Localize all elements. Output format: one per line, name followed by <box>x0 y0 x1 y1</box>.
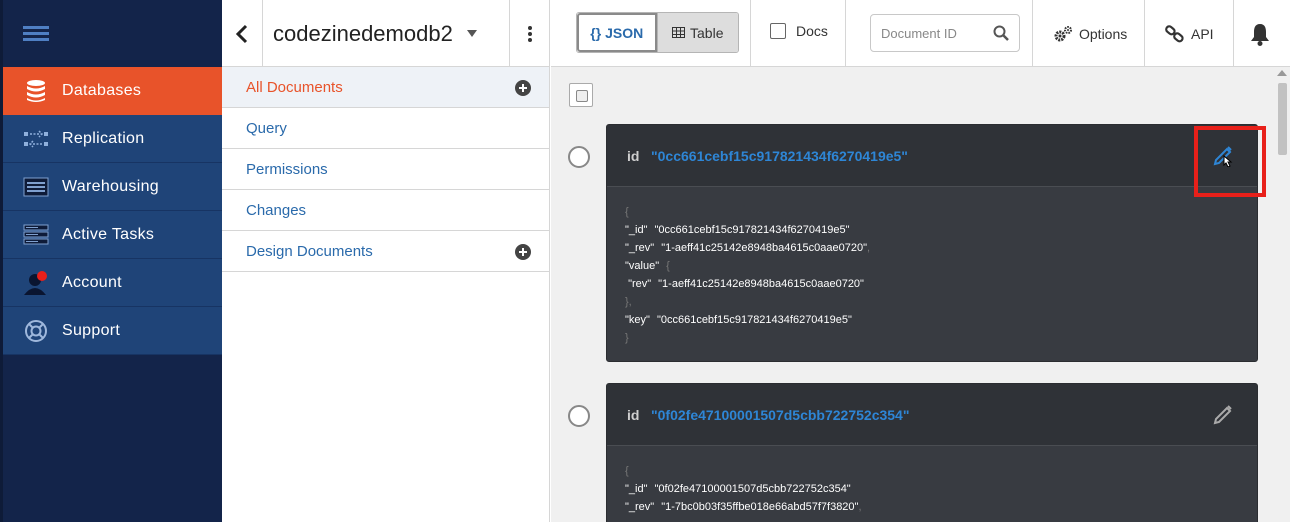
database-menu: All Documents Query Permissions Changes … <box>222 67 549 272</box>
docs-checkbox[interactable] <box>770 23 786 39</box>
support-icon <box>25 320 47 342</box>
add-icon[interactable] <box>515 80 531 96</box>
view-toggle: {} JSON Table <box>576 12 739 53</box>
database-header: codezinedemodb2 <box>222 0 549 67</box>
document-select-radio[interactable] <box>568 146 590 168</box>
json-line: "_rev" "1-aeff41c25142e8948ba4615c0aae072… <box>625 242 871 254</box>
sidebar-item-label: Support <box>62 321 121 339</box>
document-id-value: "0f02fe47100001507d5cbb722752c354" <box>651 407 910 423</box>
sidebar-item-active-tasks[interactable]: Active Tasks <box>3 211 222 259</box>
toolbar-divider <box>1032 0 1033 67</box>
document-select-radio[interactable] <box>568 405 590 427</box>
json-line: "key" "0cc661cebf15c917821434f6270419e5" <box>625 314 852 326</box>
table-view-button[interactable]: Table <box>656 13 738 52</box>
include-docs-toggle[interactable]: Docs <box>770 23 828 39</box>
notifications-button[interactable] <box>1249 0 1277 67</box>
vertical-dots-icon <box>527 25 532 42</box>
toolbar-divider <box>1144 0 1145 67</box>
json-brace: } <box>625 332 629 344</box>
options-button[interactable]: Options <box>1053 0 1127 67</box>
options-label: Options <box>1079 25 1128 42</box>
sidebar-item-label: Databases <box>62 81 142 99</box>
toolbar-divider <box>845 0 846 67</box>
menu-item-label: Permissions <box>246 160 328 178</box>
app-window: Databases Replication Warehousing Active… <box>0 0 1290 522</box>
menu-item-design-documents[interactable]: Design Documents <box>222 231 549 272</box>
document-list: id "0cc661cebf15c917821434f6270419e5" { … <box>551 67 1290 522</box>
scrollbar-thumb[interactable] <box>1278 83 1287 155</box>
api-button[interactable]: API <box>1165 0 1214 67</box>
document-id-search <box>870 14 1020 52</box>
scroll-up-arrow-icon[interactable] <box>1277 70 1287 76</box>
menu-item-permissions[interactable]: Permissions <box>222 149 549 190</box>
api-label: API <box>1191 25 1214 42</box>
add-icon[interactable] <box>515 244 531 260</box>
hamburger-menu-icon[interactable] <box>23 26 49 42</box>
sidebar-item-label: Account <box>62 273 122 291</box>
document-card: id "0cc661cebf15c917821434f6270419e5" { … <box>606 124 1258 362</box>
table-icon <box>672 27 686 38</box>
toolbar-divider <box>750 0 751 67</box>
menu-item-changes[interactable]: Changes <box>222 190 549 231</box>
sidebar-nav: Databases Replication Warehousing Active… <box>3 67 222 355</box>
json-brace: { <box>625 465 629 477</box>
edit-highlight-box <box>1194 126 1266 197</box>
document-header: id "0f02fe47100001507d5cbb722752c354" <box>607 384 1257 446</box>
sidebar-item-account[interactable]: Account <box>3 259 222 307</box>
sidebar-item-support[interactable]: Support <box>3 307 222 355</box>
json-brace: { <box>625 206 629 218</box>
search-icon[interactable] <box>993 25 1009 41</box>
document-id-key: id <box>627 148 640 164</box>
select-all-checkbox[interactable] <box>569 83 593 107</box>
json-line: "rev" "1-aeff41c25142e8948ba4615c0aae0720… <box>628 278 864 290</box>
sidebar-item-label: Replication <box>62 129 145 147</box>
account-icon <box>24 271 47 295</box>
tasks-icon <box>23 224 49 245</box>
menu-item-query[interactable]: Query <box>222 108 549 149</box>
document-id-key: id <box>627 407 640 423</box>
gears-icon <box>1054 25 1072 41</box>
database-panel: codezinedemodb2 All Documents Query Perm… <box>222 0 550 522</box>
replication-icon <box>24 130 48 148</box>
document-header: id "0cc661cebf15c917821434f6270419e5" <box>607 125 1257 187</box>
menu-item-all-documents[interactable]: All Documents <box>222 67 549 108</box>
json-line: "value"{ <box>625 260 670 272</box>
json-line: "_rev" "1-7bc0b03f35ffbe018e66abd57f7f382… <box>625 501 862 513</box>
table-view-label: Table <box>690 24 724 41</box>
document-json: { "_id" "0cc661cebf15c917821434f6270419e5… <box>607 187 1257 361</box>
edit-pencil-icon[interactable] <box>1211 402 1235 426</box>
toolbar: {} JSON Table Docs Options <box>551 0 1290 67</box>
json-line: "_id" "0f02fe47100001507d5cbb722752c354" <box>625 483 851 495</box>
sidebar-item-label: Active Tasks <box>62 225 155 243</box>
menu-item-label: All Documents <box>246 78 343 96</box>
sidebar-item-label: Warehousing <box>62 177 159 195</box>
json-brace: }, <box>625 296 632 308</box>
toolbar-divider <box>1233 0 1234 67</box>
warehouse-icon <box>23 177 49 197</box>
menu-item-label: Design Documents <box>246 242 373 260</box>
back-button[interactable] <box>222 0 263 67</box>
docs-label: Docs <box>796 23 828 39</box>
document-id-value: "0cc661cebf15c917821434f6270419e5" <box>651 148 908 164</box>
database-name[interactable]: codezinedemodb2 <box>273 21 453 47</box>
sidebar-item-replication[interactable]: Replication <box>3 115 222 163</box>
menu-item-label: Changes <box>246 201 307 219</box>
json-view-button[interactable]: {} JSON <box>577 13 657 52</box>
main-sidebar: Databases Replication Warehousing Active… <box>0 0 222 522</box>
sidebar-item-databases[interactable]: Databases <box>3 67 222 115</box>
document-json: { "_id" "0f02fe47100001507d5cbb722752c354… <box>607 446 1257 522</box>
bell-icon <box>1251 23 1269 46</box>
database-icon <box>27 80 45 102</box>
document-card: id "0f02fe47100001507d5cbb722752c354" { … <box>606 383 1258 522</box>
link-icon <box>1165 24 1184 42</box>
caret-down-icon[interactable] <box>467 30 477 37</box>
menu-item-label: Query <box>246 119 287 137</box>
more-options-button[interactable] <box>509 0 549 67</box>
chevron-left-icon <box>235 24 248 43</box>
vertical-scrollbar[interactable] <box>1274 67 1290 522</box>
json-line: "_id" "0cc661cebf15c917821434f6270419e5" <box>625 224 850 236</box>
sidebar-item-warehousing[interactable]: Warehousing <box>3 163 222 211</box>
document-id-input[interactable] <box>871 15 981 51</box>
